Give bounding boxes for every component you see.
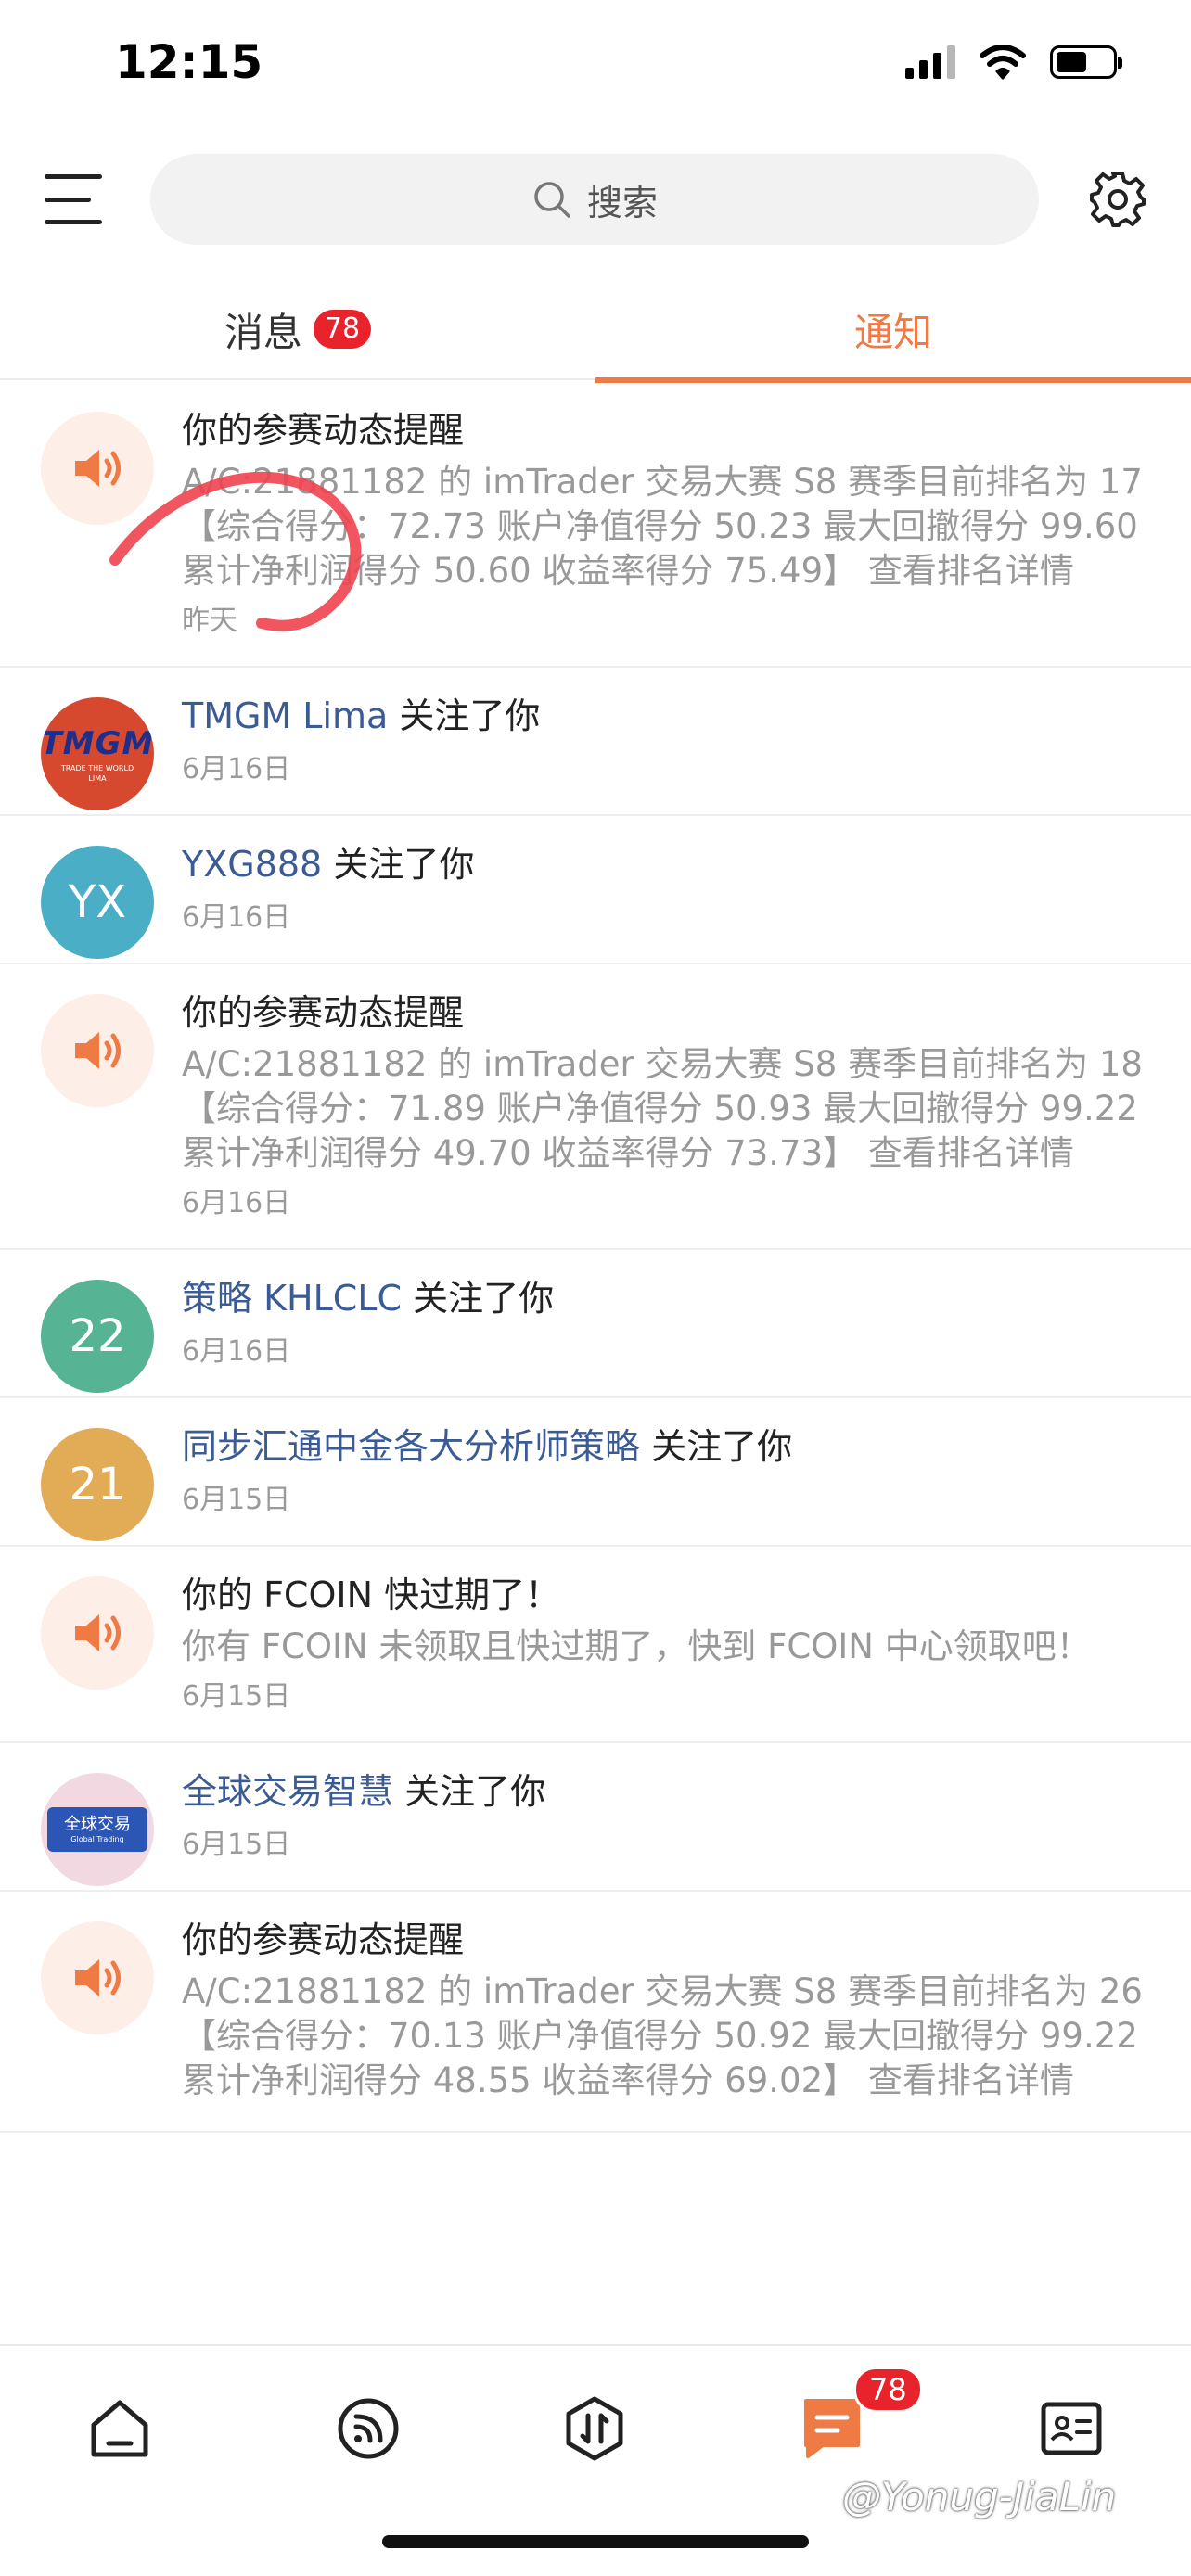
- speaker-icon: [75, 1614, 121, 1651]
- unread-badge: 78: [313, 310, 372, 349]
- avatar-logo-text: 全球交易: [64, 1815, 131, 1834]
- notification-title: 你的参赛动态提醒: [182, 992, 465, 1033]
- list-item[interactable]: 你的参赛动态提醒 A/C:21881182 的 imTrader 交易大赛 S8…: [0, 382, 1191, 668]
- list-item[interactable]: TMGM TRADE THE WORLD LIMA TMGM Lima 关注了你…: [0, 668, 1191, 816]
- feed-icon: [338, 2398, 399, 2459]
- search-icon: [534, 182, 570, 218]
- follow-text: 关注了你: [322, 844, 475, 885]
- trade-icon: [566, 2396, 623, 2461]
- notification-date: 6月16日: [182, 901, 291, 934]
- list-item[interactable]: 22 策略 KHLCLC 关注了你 6月16日: [0, 1250, 1191, 1398]
- notification-body: A/C:21881182 的 imTrader 交易大赛 S8 赛季目前排名为 …: [182, 1971, 1143, 2100]
- speaker-icon: [75, 1032, 121, 1069]
- notification-date: 6月15日: [182, 1829, 291, 1861]
- follow-text: 关注了你: [401, 1278, 555, 1319]
- list-item[interactable]: 21 同步汇通中金各大分析师策略 关注了你 6月15日: [0, 1398, 1191, 1547]
- id-card-icon: [1041, 2402, 1102, 2455]
- message-icon: [804, 2399, 860, 2458]
- notification-date: 6月16日: [182, 1335, 291, 1368]
- menu-icon[interactable]: [45, 174, 102, 224]
- home-indicator: [382, 2535, 809, 2548]
- follow-text: 关注了你: [393, 1771, 546, 1812]
- speaker-avatar: [41, 1921, 154, 2034]
- follow-text: 关注了你: [640, 1426, 793, 1467]
- avatar-logo-tagline: TRADE THE WORLD: [60, 764, 134, 772]
- notification-title: 同步汇通中金各大分析师策略 关注了你: [182, 1421, 1154, 1473]
- speaker-icon: [75, 1959, 121, 1996]
- user-avatar[interactable]: YX: [41, 846, 154, 959]
- battery-icon: [1050, 45, 1122, 79]
- avatar-logo: 全球交易 Global Trading: [47, 1807, 147, 1852]
- notification-title: 你的参赛动态提醒: [182, 410, 465, 451]
- notification-date: 昨天: [182, 605, 237, 637]
- nav-unread-badge: 78: [853, 2366, 923, 2413]
- notification-body: A/C:21881182 的 imTrader 交易大赛 S8 赛季目前排名为 …: [182, 1044, 1143, 1173]
- speaker-icon: [75, 450, 121, 487]
- tab-notifications-label: 通知: [853, 309, 932, 355]
- cellular-signal-icon: [905, 45, 955, 79]
- tab-bar: 消息 78 通知: [0, 278, 1191, 383]
- tab-notifications[interactable]: 通知: [596, 278, 1191, 383]
- notification-date: 6月15日: [182, 1484, 291, 1516]
- speaker-avatar: [41, 1576, 154, 1690]
- status-icons: [905, 45, 1122, 80]
- user-avatar[interactable]: 21: [41, 1428, 154, 1541]
- speaker-avatar: [41, 994, 154, 1107]
- follow-text: 关注了你: [388, 695, 541, 736]
- avatar-initials: 22: [69, 1310, 126, 1362]
- notification-list: 你的参赛动态提醒 A/C:21881182 的 imTrader 交易大赛 S8…: [0, 382, 1191, 2346]
- user-avatar[interactable]: TMGM TRADE THE WORLD LIMA: [41, 697, 154, 810]
- nav-trade[interactable]: [553, 2387, 636, 2470]
- home-icon: [91, 2400, 148, 2457]
- avatar-logo-sub: LIMA: [88, 774, 107, 783]
- status-time: 12:15: [115, 35, 263, 89]
- user-link[interactable]: 策略 KHLCLC: [182, 1278, 402, 1319]
- watermark: @Yonug-JiaLin: [842, 2474, 1117, 2519]
- tab-messages[interactable]: 消息 78: [0, 278, 596, 380]
- notification-title: 你的参赛动态提醒: [182, 1919, 465, 1960]
- wifi-icon: [980, 45, 1026, 80]
- gear-icon[interactable]: [1085, 167, 1150, 232]
- notification-date: 6月15日: [182, 1680, 291, 1713]
- list-item[interactable]: 你的参赛动态提醒 A/C:21881182 的 imTrader 交易大赛 S8…: [0, 1892, 1191, 2133]
- speaker-avatar: [41, 412, 154, 525]
- avatar-initials: YX: [68, 876, 127, 928]
- user-link[interactable]: TMGM Lima: [182, 695, 388, 736]
- list-item[interactable]: 全球交易 Global Trading 全球交易智慧 关注了你 6月15日: [0, 1743, 1191, 1892]
- header: 搜索: [0, 148, 1191, 250]
- notification-title: TMGM Lima 关注了你: [182, 690, 1154, 742]
- nav-profile[interactable]: [1030, 2387, 1113, 2470]
- avatar-logo-text: TMGM: [41, 725, 154, 762]
- user-avatar[interactable]: 全球交易 Global Trading: [41, 1773, 154, 1886]
- avatar-initials: 21: [69, 1459, 126, 1511]
- notification-body: 你有 FCOIN 未领取且快过期了，快到 FCOIN 中心领取吧！: [182, 1626, 1091, 1666]
- notification-title: 策略 KHLCLC 关注了你: [182, 1272, 1154, 1324]
- nav-feed[interactable]: [327, 2387, 410, 2470]
- search-input[interactable]: 搜索: [150, 154, 1039, 245]
- user-avatar[interactable]: 22: [41, 1280, 154, 1393]
- list-item[interactable]: YX YXG888 关注了你 6月16日: [0, 816, 1191, 964]
- notification-body: A/C:21881182 的 imTrader 交易大赛 S8 赛季目前排名为 …: [182, 462, 1143, 591]
- notification-title: 你的 FCOIN 快过期了！: [182, 1575, 561, 1615]
- notification-title: 全球交易智慧 关注了你: [182, 1766, 1154, 1817]
- notification-title: YXG888 关注了你: [182, 838, 1154, 890]
- list-item[interactable]: 你的 FCOIN 快过期了！ 你有 FCOIN 未领取且快过期了，快到 FCOI…: [0, 1547, 1191, 1743]
- tab-messages-label: 消息: [224, 309, 302, 355]
- user-link[interactable]: YXG888: [182, 844, 322, 885]
- notification-date: 6月16日: [182, 753, 291, 785]
- list-item[interactable]: 你的参赛动态提醒 A/C:21881182 的 imTrader 交易大赛 S8…: [0, 964, 1191, 1250]
- nav-home[interactable]: [78, 2387, 161, 2470]
- search-placeholder: 搜索: [586, 182, 658, 223]
- user-link[interactable]: 同步汇通中金各大分析师策略: [182, 1426, 640, 1467]
- status-bar: 12:15: [0, 0, 1191, 139]
- user-link[interactable]: 全球交易智慧: [182, 1771, 393, 1812]
- avatar-logo-subtext: Global Trading: [70, 1835, 124, 1843]
- notification-date: 6月16日: [182, 1187, 291, 1219]
